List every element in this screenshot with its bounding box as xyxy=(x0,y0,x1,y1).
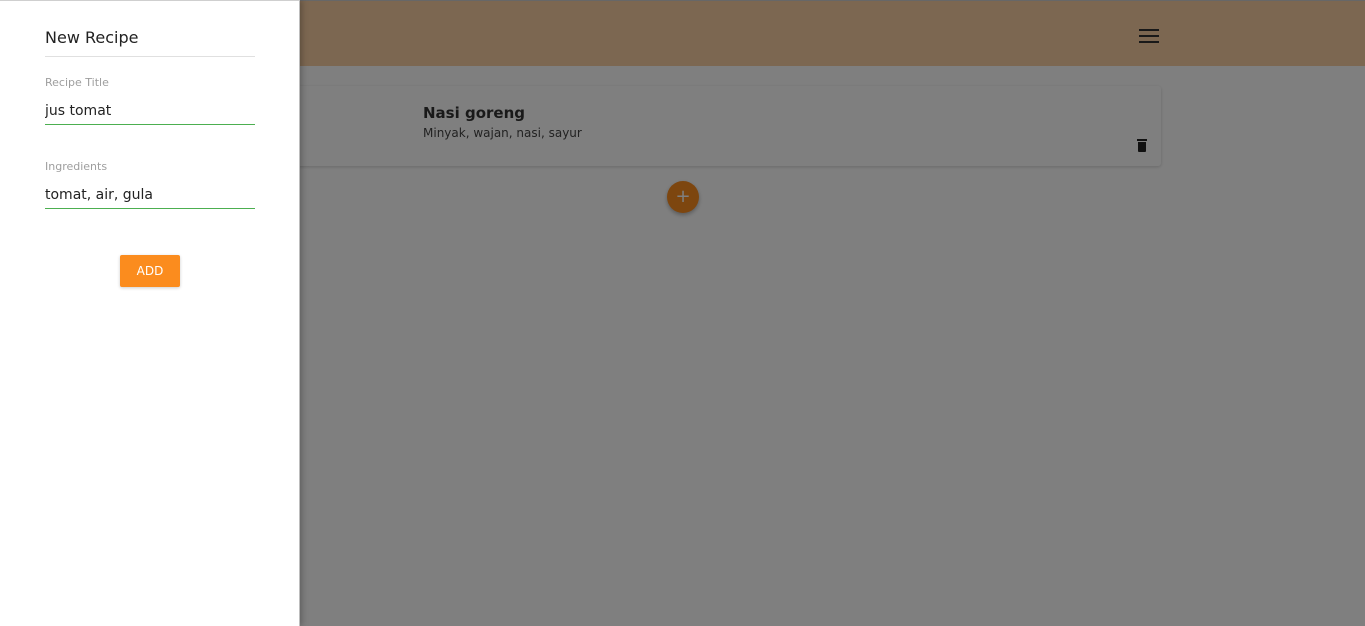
new-recipe-drawer: New Recipe Recipe Title Ingredients ADD xyxy=(0,0,300,626)
drawer-title: New Recipe xyxy=(45,28,139,47)
add-button[interactable]: ADD xyxy=(120,255,180,287)
drawer-divider xyxy=(45,56,255,57)
ingredients-input[interactable] xyxy=(45,181,255,209)
app-root: Nasi goreng Minyak, wajan, nasi, sayur +… xyxy=(0,0,1365,626)
recipe-title-label: Recipe Title xyxy=(45,76,109,89)
ingredients-label: Ingredients xyxy=(45,160,108,173)
recipe-title-input[interactable] xyxy=(45,97,255,125)
